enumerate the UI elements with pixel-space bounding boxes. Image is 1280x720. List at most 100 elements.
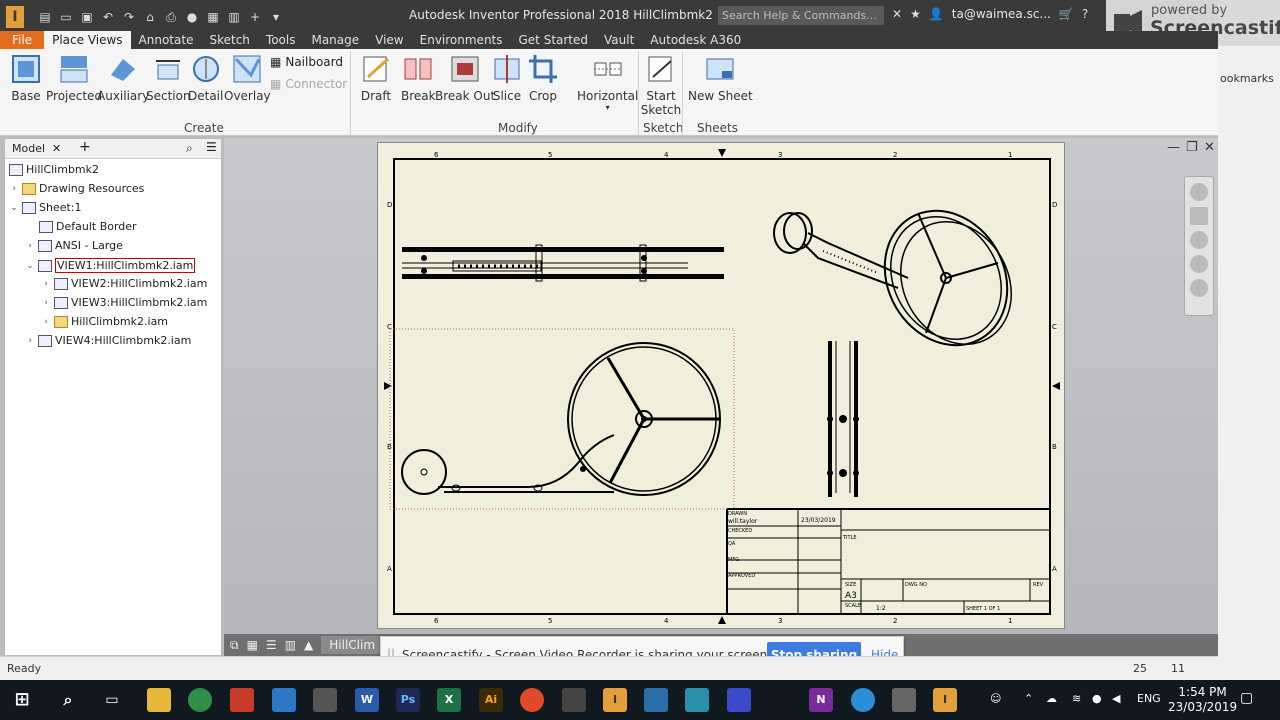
volume-icon[interactable]: ◀ — [1112, 692, 1120, 705]
chevron-right-icon[interactable]: › — [41, 298, 51, 308]
restore-icon[interactable]: ❐ — [1186, 140, 1198, 155]
crop-button[interactable]: Crop — [527, 53, 559, 103]
tab-vault[interactable]: Vault — [596, 31, 642, 49]
appearance-icon[interactable]: ▥ — [226, 9, 242, 25]
windows-start-icon[interactable]: ⊞ — [10, 688, 34, 712]
chevron-right-icon[interactable]: › — [25, 336, 35, 346]
chevron-down-icon[interactable]: ⌄ — [9, 203, 19, 213]
app-icon-blue[interactable] — [272, 688, 296, 712]
tab-file[interactable]: File — [0, 31, 45, 49]
tab-place-views[interactable]: Place Views — [44, 31, 131, 49]
help-icon[interactable]: ? — [1082, 7, 1088, 21]
chevron-right-icon[interactable]: › — [41, 317, 51, 327]
user-icon[interactable]: 👤 — [929, 7, 944, 21]
arrange-up-icon[interactable]: ▲ — [304, 638, 313, 652]
tab-tools[interactable]: Tools — [258, 31, 304, 49]
overlay-button[interactable]: Overlay — [224, 53, 271, 103]
zoom-window-icon[interactable] — [1190, 279, 1208, 297]
tree-node-view2[interactable]: › VIEW2:HillClimbmk2.iam — [41, 277, 207, 290]
nailboard-button[interactable]: ▦ Nailboard — [270, 55, 343, 69]
chevron-right-icon[interactable]: › — [25, 241, 35, 251]
tree-node-view3[interactable]: › VIEW3:HillClimbmk2.iam — [41, 296, 207, 309]
chrome-icon[interactable] — [188, 688, 212, 712]
app-icon-grey[interactable] — [313, 688, 337, 712]
new-icon[interactable]: ▤ — [37, 9, 53, 25]
pan-icon[interactable] — [1190, 207, 1208, 225]
inventor-logo-icon[interactable]: I — [6, 6, 24, 28]
app-icon-orange[interactable] — [520, 688, 544, 712]
clock[interactable]: 1:54 PM 23/03/2019 — [1168, 685, 1237, 715]
tree-node-default-border[interactable]: Default Border — [39, 220, 137, 233]
task-view-icon[interactable]: ▭ — [100, 688, 124, 712]
tab-get-started[interactable]: Get Started — [511, 31, 597, 49]
tab-environments[interactable]: Environments — [412, 31, 511, 49]
print-icon[interactable]: ⎙ — [163, 9, 179, 25]
chevron-right-icon[interactable]: › — [41, 279, 51, 289]
inventor-taskbar-icon[interactable]: I — [603, 688, 627, 712]
projected-button[interactable]: Projected — [46, 53, 102, 103]
break-out-button[interactable]: Break Out — [435, 53, 495, 103]
illustrator-icon[interactable]: Ai — [479, 688, 503, 712]
help-search-input[interactable]: Search Help & Commands... — [718, 6, 884, 25]
tray-expand-icon[interactable]: ⌃ — [1024, 692, 1033, 705]
tree-node-drawing-resources[interactable]: › Drawing Resources — [9, 182, 144, 195]
menu-icon[interactable]: ☰ — [206, 140, 217, 154]
zoom-all-icon[interactable] — [1190, 255, 1208, 273]
update-icon[interactable]: ● — [184, 9, 200, 25]
notifications-icon[interactable]: ▢ — [1240, 690, 1253, 706]
onenote-icon[interactable]: N — [809, 688, 833, 712]
break-button[interactable]: Break — [401, 53, 436, 103]
section-button[interactable]: Section — [146, 53, 191, 103]
tree-node-root[interactable]: HillClimbmk2 — [9, 163, 99, 176]
minimize-icon[interactable]: — — [1167, 140, 1180, 155]
tree-node-view1[interactable]: ⌄ VIEW1:HillClimbmk2.iam — [25, 258, 196, 273]
open-icon[interactable]: ▭ — [58, 9, 74, 25]
new-sheet-button[interactable]: New Sheet — [688, 53, 753, 103]
favorites-icon[interactable]: ★ — [910, 7, 921, 21]
tab-manage[interactable]: Manage — [303, 31, 367, 49]
close-browser-icon[interactable]: ✕ — [52, 142, 61, 155]
start-sketch-button[interactable]: Start Sketch — [641, 53, 681, 117]
materials-icon[interactable]: ▦ — [205, 9, 221, 25]
binoculars-icon[interactable]: ✕ — [892, 7, 902, 21]
home-icon[interactable]: ⌂ — [142, 9, 158, 25]
security-icon[interactable]: ● — [1092, 692, 1102, 705]
draft-button[interactable]: Draft — [360, 53, 392, 103]
tree-node-sheet[interactable]: ⌄ Sheet:1 — [9, 201, 81, 214]
chevron-right-icon[interactable]: › — [9, 184, 19, 194]
wifi-icon[interactable]: ≋ — [1072, 692, 1081, 705]
slice-button[interactable]: Slice — [491, 53, 523, 103]
measure-icon[interactable]: + — [247, 9, 263, 25]
isometric-view[interactable] — [773, 188, 1033, 367]
chevron-down-icon[interactable]: ⌄ — [25, 261, 35, 271]
steering-wheel-icon[interactable] — [1190, 183, 1208, 201]
close-icon[interactable]: ✕ — [1204, 140, 1215, 155]
search-taskbar-icon[interactable]: ⌕ — [56, 688, 80, 712]
add-tab-icon[interactable]: + — [79, 139, 91, 155]
horizontal-button[interactable]: Horizontal ▾ — [577, 53, 638, 112]
app-icon-teal[interactable] — [685, 688, 709, 712]
tab-sketch[interactable]: Sketch — [201, 31, 257, 49]
tile-horizontal-icon[interactable]: ☰ — [266, 638, 277, 652]
side-view[interactable] — [827, 341, 859, 497]
search-icon[interactable]: ⌕ — [186, 141, 193, 156]
app-icon-slate[interactable] — [892, 688, 916, 712]
front-view[interactable] — [401, 342, 721, 496]
app-icon-red[interactable] — [230, 688, 254, 712]
detail-button[interactable]: Detail — [188, 53, 223, 103]
tree-node-ansi-large[interactable]: › ANSI - Large — [25, 239, 123, 252]
tile-vertical-icon[interactable]: ▥ — [285, 638, 296, 652]
tab-view[interactable]: View — [367, 31, 411, 49]
redo-icon[interactable]: ↷ — [121, 9, 137, 25]
cart-icon[interactable]: 🛒 — [1059, 7, 1074, 21]
customize-icon[interactable]: ▾ — [268, 9, 284, 25]
tree-node-view4[interactable]: › VIEW4:HillClimbmk2.iam — [25, 334, 191, 347]
app-icon-steelblue[interactable] — [644, 688, 668, 712]
browser-tab-model[interactable]: Model — [12, 142, 45, 155]
top-view[interactable] — [402, 244, 724, 282]
app-icon-skyblue[interactable] — [851, 688, 875, 712]
language-indicator[interactable]: ENG — [1137, 692, 1161, 705]
inventor-active-icon[interactable]: I — [933, 688, 957, 712]
user-account[interactable]: ta@waimea.sc... — [952, 7, 1051, 21]
base-button[interactable]: Base — [10, 53, 42, 103]
